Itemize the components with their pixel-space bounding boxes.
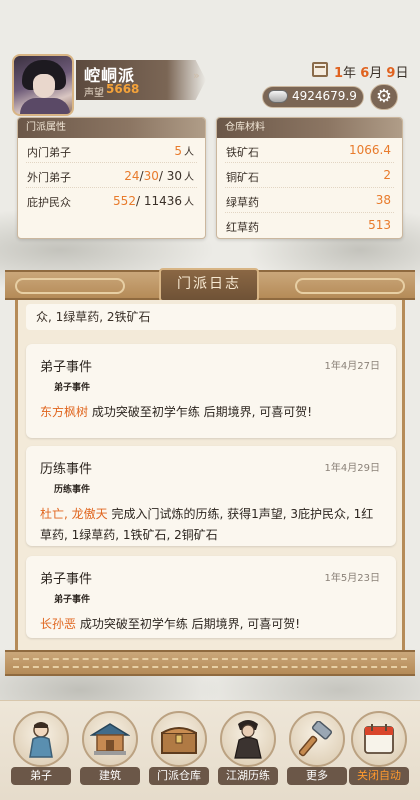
material-row: 铜矿石 2 bbox=[217, 163, 402, 188]
hammer-icon bbox=[289, 711, 345, 767]
disciple-icon bbox=[13, 711, 69, 767]
settings-gear-icon[interactable]: ⚙ bbox=[370, 84, 398, 110]
material-row: 铁矿石 1066.4 bbox=[217, 138, 402, 163]
nav-label: 建筑 bbox=[80, 767, 140, 785]
nav-disciples[interactable]: 弟子 bbox=[9, 711, 73, 795]
nav-label: 江湖历练 bbox=[218, 767, 278, 785]
silver-ingot-icon bbox=[268, 90, 288, 103]
nav-label: 关闭自动 bbox=[349, 767, 409, 785]
nav-buildings[interactable]: 建筑 bbox=[78, 711, 142, 795]
silver-value: 4924679.9 bbox=[292, 89, 357, 103]
card-title: 仓库材料 bbox=[217, 118, 402, 138]
cloud-ornament-icon bbox=[15, 278, 125, 294]
warrior-icon bbox=[220, 711, 276, 767]
log-entry: 弟子事件 1年5月23日 弟子事件 长孙恶 成功突破至初学乍练 后期境界, 可喜… bbox=[26, 556, 396, 638]
chest-icon bbox=[151, 711, 207, 767]
material-row: 绿草药 38 bbox=[217, 188, 402, 213]
calendar-icon bbox=[312, 62, 328, 77]
log-entry: 历练事件 1年4月29日 历练事件 杜亡, 龙傲天 完成入门试炼的历练, 获得1… bbox=[26, 446, 396, 546]
stat-row-sheltered-people: 庇护民众 552/ 11436 人 bbox=[27, 194, 194, 209]
nav-sect-storage[interactable]: 门派仓库 bbox=[147, 711, 211, 795]
stat-row-outer-disciples: 外门弟子 24/30/ 30 人 bbox=[18, 163, 205, 188]
storage-materials-card[interactable]: 仓库材料 铁矿石 1066.4 铜矿石 2 绿草药 38 红草药 513 bbox=[216, 117, 403, 239]
bottom-nav: 弟子 建筑 门派仓库 江湖历练 更多 关闭自动 bbox=[0, 700, 420, 800]
cloud-ornament-icon bbox=[295, 278, 405, 294]
building-icon bbox=[82, 711, 138, 767]
sect-leader-avatar[interactable] bbox=[12, 54, 74, 116]
fame-label: 声望 bbox=[84, 88, 104, 99]
nav-more[interactable]: 更多 bbox=[285, 711, 349, 795]
sect-log-panel: 门派日志 众, 1绿草药, 2铁矿石 弟子事件 1年4月27日 弟子事件 东方枫… bbox=[5, 268, 415, 680]
log-footer-bar bbox=[5, 650, 415, 676]
material-row: 红草药 513 bbox=[226, 218, 391, 234]
stat-row-inner-disciples: 内门弟子 5人 bbox=[18, 138, 205, 163]
log-title: 门派日志 bbox=[159, 268, 259, 302]
calendar-icon bbox=[351, 711, 407, 767]
card-title: 门派属性 bbox=[18, 118, 205, 138]
log-entry-fragment: 众, 1绿草药, 2铁矿石 bbox=[26, 304, 396, 330]
nav-toggle-auto[interactable]: 关闭自动 bbox=[347, 711, 411, 795]
fame-value: 5668 bbox=[106, 82, 140, 96]
nav-label: 门派仓库 bbox=[149, 767, 209, 785]
log-entry: 弟子事件 1年4月27日 弟子事件 东方枫树 成功突破至初学乍练 后期境界, 可… bbox=[26, 344, 396, 438]
double-chevron-right-icon: » bbox=[193, 69, 200, 82]
nav-label: 更多 bbox=[287, 767, 347, 785]
log-scroll-area[interactable]: 众, 1绿草药, 2铁矿石 弟子事件 1年4月27日 弟子事件 东方枫树 成功突… bbox=[15, 300, 405, 650]
nav-label: 弟子 bbox=[11, 767, 71, 785]
sect-attributes-card: 门派属性 内门弟子 5人 外门弟子 24/30/ 30 人 庇护民众 552/ 1… bbox=[17, 117, 206, 239]
game-date: 1年 6月 9日 bbox=[334, 66, 409, 81]
nav-adventure[interactable]: 江湖历练 bbox=[216, 711, 280, 795]
